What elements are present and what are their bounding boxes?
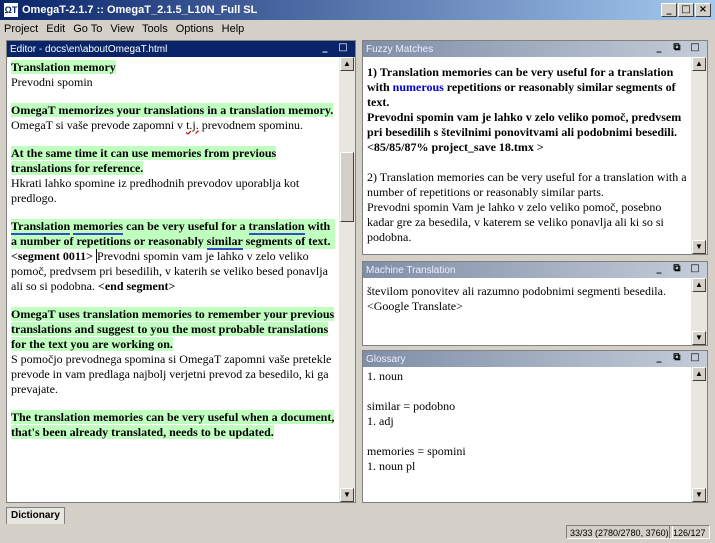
fuzzy-scrollbar[interactable]: ▲ ▼ [691, 57, 707, 254]
segment-open-tag: <segment 0011> [11, 249, 94, 263]
glossary-scrollbar[interactable]: ▲ ▼ [691, 367, 707, 502]
scroll-down-icon[interactable]: ▼ [692, 331, 706, 345]
mt-text: številom ponovitev ali razumno podobnimi… [367, 284, 666, 298]
status-bar: Dictionary 33/33 (2780/2780, 3760) 126/1… [0, 503, 715, 543]
editor-pane-header: Editor - docs\en\aboutOmegaT.html _ □ [7, 41, 355, 57]
mt-content[interactable]: številom ponovitev ali razumno podobnimi… [363, 278, 691, 345]
fuzzy-content[interactable]: 1) Translation memories can be very usef… [363, 57, 691, 254]
scroll-down-icon[interactable]: ▼ [340, 488, 354, 502]
menu-project[interactable]: Project [4, 23, 38, 35]
menu-edit[interactable]: Edit [46, 23, 65, 35]
minimize-button[interactable]: _ [661, 3, 677, 17]
scroll-thumb[interactable] [340, 152, 354, 222]
glossary-content[interactable]: 1. noun similar = podobno 1. adj memorie… [363, 367, 691, 502]
minimize-pane-icon[interactable]: _ [653, 352, 665, 364]
fuzzy-pane-title: Fuzzy Matches [366, 43, 434, 55]
segment[interactable]: Translation memory Prevodni spomin [11, 60, 335, 90]
glossary-line: similar = podobno [367, 399, 456, 413]
fuzzy-match-1[interactable]: 1) Translation memories can be very usef… [367, 65, 687, 155]
menu-help[interactable]: Help [222, 23, 245, 35]
fuzzy-match-2[interactable]: 2) Translation memories can be very usef… [367, 170, 687, 245]
segment[interactable]: OmegaT uses translation memories to reme… [11, 307, 335, 397]
target-text: S pomočjo prevodnega spomina si OmegaT z… [11, 352, 332, 396]
undock-pane-icon[interactable]: □ [689, 263, 701, 275]
restore-pane-icon[interactable]: ⧉ [671, 352, 683, 364]
segment[interactable]: OmegaT memorizes your translations in a … [11, 103, 335, 133]
minimize-pane-icon[interactable]: _ [653, 263, 665, 275]
glossary-line [367, 429, 687, 444]
fuzzy-pane-header: Fuzzy Matches _ ⧉ □ [363, 41, 707, 57]
source-text: OmegaT uses translation memories to reme… [11, 307, 335, 351]
segment[interactable]: The translation memories can be very use… [11, 410, 335, 440]
fuzzy-matches-pane: Fuzzy Matches _ ⧉ □ 1) Translation memor… [362, 40, 708, 255]
source-text: At the same time it can use memories fro… [11, 146, 277, 175]
menu-options[interactable]: Options [176, 23, 214, 35]
progress-status: 33/33 (2780/2780, 3760) [566, 525, 673, 539]
active-source-text: Translation memories can be very useful … [11, 219, 335, 250]
menu-goto[interactable]: Go To [73, 23, 102, 35]
scroll-down-icon[interactable]: ▼ [692, 488, 706, 502]
menu-view[interactable]: View [110, 23, 134, 35]
mt-scrollbar[interactable]: ▲ ▼ [691, 278, 707, 345]
dictionary-tab[interactable]: Dictionary [6, 507, 65, 524]
glossary-pane-title: Glossary [366, 353, 406, 365]
target-text: Prevodni spomin [11, 75, 93, 89]
close-button[interactable]: × [695, 3, 711, 17]
editor-content[interactable]: Translation memory Prevodni spomin Omega… [7, 57, 339, 502]
window-title: OmegaT-2.1.7 :: OmegaT_2.1.5_L10N_Full S… [22, 4, 258, 16]
segment[interactable]: At the same time it can use memories fro… [11, 146, 335, 206]
editor-scrollbar[interactable]: ▲ ▼ [339, 57, 355, 502]
scroll-down-icon[interactable]: ▼ [692, 240, 706, 254]
mt-pane-title: Machine Translation [366, 264, 456, 276]
undock-pane-icon[interactable]: □ [689, 42, 701, 54]
glossary-line [367, 384, 687, 399]
segment-count: 126/127 [669, 525, 710, 539]
segment-close-tag: <end segment> [98, 279, 176, 293]
glossary-line: memories = spomini [367, 444, 466, 458]
glossary-line: 1. adj [367, 414, 394, 428]
menu-bar: Project Edit Go To View Tools Options He… [0, 20, 715, 38]
title-bar: ΩT OmegaT-2.1.7 :: OmegaT_2.1.5_L10N_Ful… [0, 0, 715, 20]
glossary-line: 1. noun pl [367, 459, 416, 473]
editor-pane: Editor - docs\en\aboutOmegaT.html _ □ Tr… [6, 40, 356, 503]
source-text: OmegaT memorizes your translations in a … [11, 103, 334, 117]
source-text: Translation memory [11, 60, 116, 74]
editor-pane-title: Editor - docs\en\aboutOmegaT.html [10, 43, 168, 55]
scroll-up-icon[interactable]: ▲ [692, 367, 706, 381]
glossary-line: 1. noun [367, 369, 403, 383]
restore-pane-icon[interactable]: ⧉ [671, 263, 683, 275]
active-segment[interactable]: Translation memories can be very useful … [11, 219, 335, 294]
source-text: The translation memories can be very use… [11, 410, 335, 439]
glossary-pane: Glossary _ ⧉ □ 1. noun similar = podobno… [362, 350, 708, 503]
undock-pane-icon[interactable]: □ [337, 42, 349, 54]
machine-translation-pane: Machine Translation _ ⧉ □ številom ponov… [362, 261, 708, 346]
minimize-pane-icon[interactable]: _ [319, 42, 331, 54]
undock-pane-icon[interactable]: □ [689, 352, 701, 364]
maximize-button[interactable]: □ [678, 3, 694, 17]
mt-pane-header: Machine Translation _ ⧉ □ [363, 262, 707, 278]
mt-source: <Google Translate> [367, 299, 463, 313]
minimize-pane-icon[interactable]: _ [653, 42, 665, 54]
target-text: Hkrati lahko spomine iz predhodnih prevo… [11, 176, 300, 205]
omegat-app-icon: ΩT [4, 3, 18, 17]
scroll-up-icon[interactable]: ▲ [692, 278, 706, 292]
restore-pane-icon[interactable]: ⧉ [671, 42, 683, 54]
target-text: OmegaT si vaše prevode zapomni v t.j. pr… [11, 118, 304, 132]
scroll-up-icon[interactable]: ▲ [692, 57, 706, 71]
menu-tools[interactable]: Tools [142, 23, 168, 35]
glossary-pane-header: Glossary _ ⧉ □ [363, 351, 707, 367]
active-target-text[interactable]: <segment 0011> Prevodni spomin vam je la… [11, 249, 335, 294]
scroll-up-icon[interactable]: ▲ [340, 57, 354, 71]
